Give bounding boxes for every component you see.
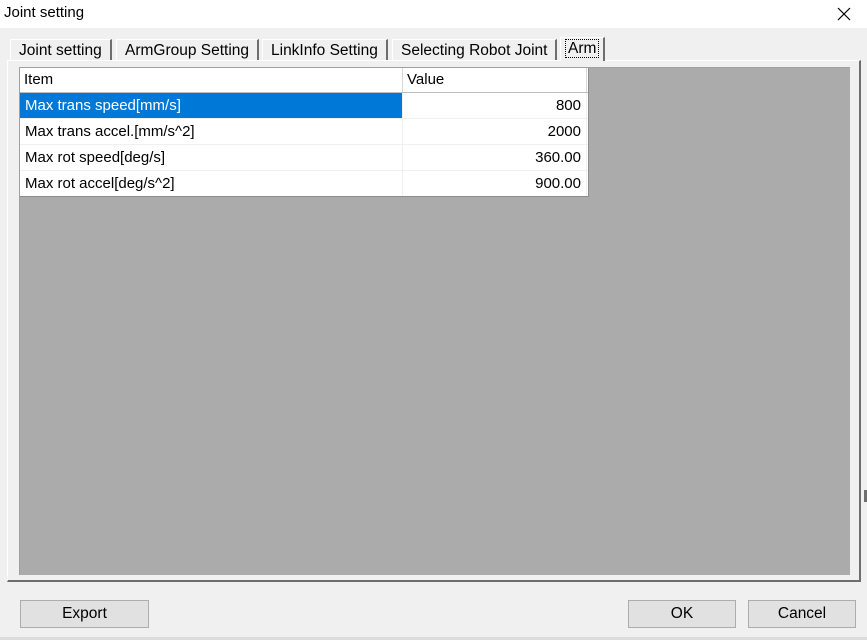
- row-value-cell[interactable]: 360.00: [403, 145, 587, 170]
- ok-button[interactable]: OK: [628, 600, 736, 628]
- table-row[interactable]: Max rot speed[deg/s] 360.00: [20, 145, 588, 171]
- tab-label: Arm: [565, 39, 600, 58]
- row-value-cell[interactable]: 900.00: [403, 171, 587, 196]
- tab-label: LinkInfo Setting: [271, 42, 378, 59]
- title-bar: Joint setting: [0, 0, 867, 28]
- row-item-cell[interactable]: Max rot speed[deg/s]: [20, 145, 403, 170]
- tab-label: Joint setting: [19, 42, 102, 59]
- column-header-item[interactable]: Item: [20, 68, 403, 92]
- joint-setting-dialog: Joint setting Joint setting ArmGroup Set…: [0, 0, 867, 640]
- tab-label: Selecting Robot Joint: [401, 42, 548, 59]
- row-item-cell[interactable]: Max trans speed[mm/s]: [20, 93, 403, 118]
- tab-linkinfo-setting[interactable]: LinkInfo Setting: [262, 39, 388, 60]
- tab-strip: Joint setting ArmGroup Setting LinkInfo …: [10, 37, 860, 61]
- tab-label: ArmGroup Setting: [125, 42, 250, 59]
- grid-header: Item Value: [20, 68, 588, 93]
- table-row[interactable]: Max rot accel[deg/s^2] 900.00: [20, 171, 588, 196]
- cancel-button[interactable]: Cancel: [748, 600, 856, 628]
- row-item-cell[interactable]: Max trans accel.[mm/s^2]: [20, 119, 403, 144]
- row-value-cell[interactable]: 2000: [403, 119, 587, 144]
- tab-arm[interactable]: Arm: [560, 37, 606, 61]
- column-header-value[interactable]: Value: [403, 68, 587, 92]
- table-row[interactable]: Max trans speed[mm/s] 800: [20, 93, 588, 119]
- tab-joint-setting[interactable]: Joint setting: [10, 39, 112, 60]
- tab-page-arm: Item Value Max trans speed[mm/s] 800 Max…: [7, 60, 861, 582]
- close-icon: [837, 7, 851, 21]
- grid-background: Item Value Max trans speed[mm/s] 800 Max…: [19, 67, 850, 575]
- arm-parameter-grid: Item Value Max trans speed[mm/s] 800 Max…: [20, 68, 589, 197]
- tab-selecting-robot-joint[interactable]: Selecting Robot Joint: [392, 39, 558, 60]
- window-title: Joint setting: [4, 4, 85, 21]
- close-button[interactable]: [821, 0, 867, 28]
- tab-armgroup-setting[interactable]: ArmGroup Setting: [116, 39, 260, 60]
- table-row[interactable]: Max trans accel.[mm/s^2] 2000: [20, 119, 588, 145]
- row-item-cell[interactable]: Max rot accel[deg/s^2]: [20, 171, 403, 196]
- export-button[interactable]: Export: [20, 600, 149, 628]
- row-value-cell[interactable]: 800: [403, 93, 587, 118]
